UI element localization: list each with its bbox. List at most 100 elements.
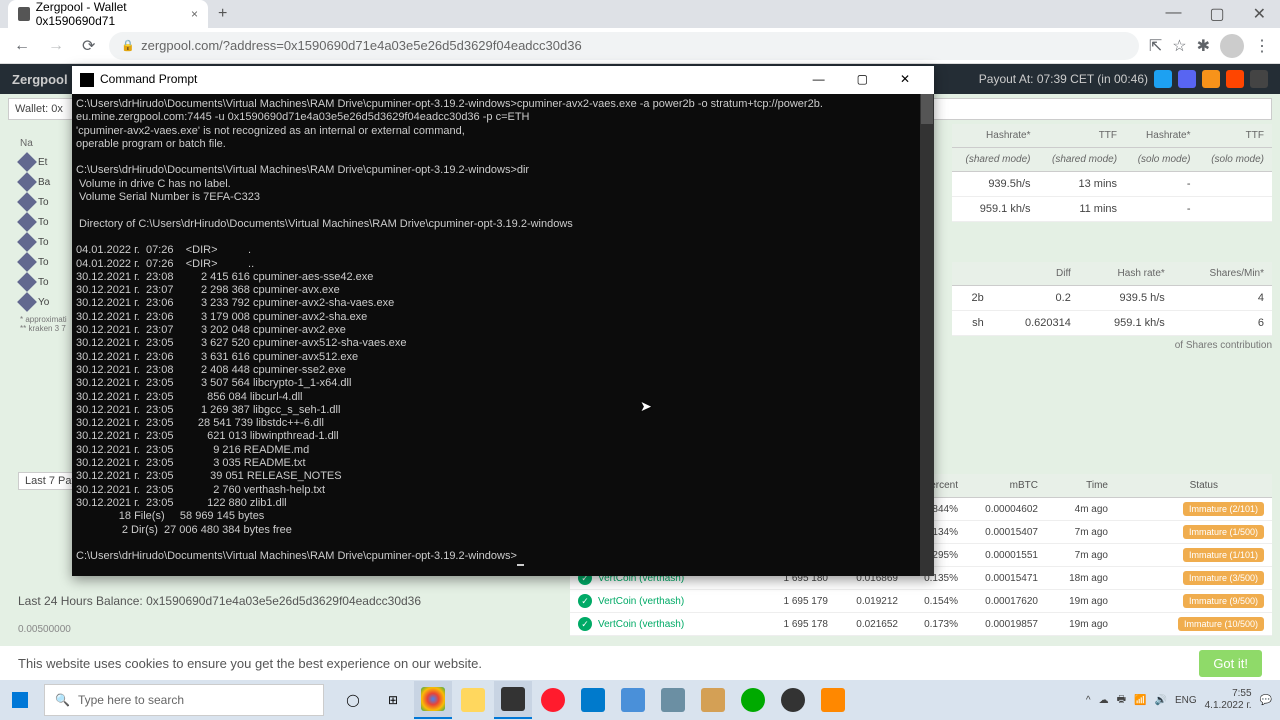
share-icon[interactable]: ⇱ <box>1149 36 1162 56</box>
tray-lang[interactable]: ENG <box>1175 695 1197 706</box>
url-input[interactable]: 🔒 zergpool.com/?address=0x1590690d71e4a0… <box>109 32 1138 60</box>
algo-table: DiffHash rate*Shares/Min* 2b0.2939.5 h/s… <box>952 262 1272 336</box>
vlc-icon[interactable] <box>814 681 852 719</box>
hashrate-table: Hashrate*TTFHashrate*TTF(shared mode)(sh… <box>952 124 1272 222</box>
maximize-button[interactable]: ▢ <box>1195 4 1238 24</box>
coin-item[interactable]: To <box>20 235 68 249</box>
tray-chevron[interactable]: ^ <box>1086 695 1091 706</box>
eth-icon <box>17 272 37 292</box>
status-badge: Immature (1/500) <box>1183 525 1264 539</box>
site-logo[interactable]: Zergpool <box>12 72 68 87</box>
cookie-msg: This website uses cookies to ensure you … <box>18 656 482 671</box>
windows-icon <box>12 692 28 708</box>
coin-item[interactable]: To <box>20 255 68 269</box>
tray-net-icon[interactable]: 📶 <box>1134 695 1146 706</box>
back-button[interactable]: ← <box>10 37 34 55</box>
new-tab-button[interactable]: + <box>208 5 237 23</box>
cmd-minimize[interactable]: — <box>797 73 841 86</box>
search-placeholder: Type here to search <box>78 693 184 707</box>
search-icon: 🔍 <box>55 693 70 707</box>
bookmark-icon[interactable]: ☆ <box>1172 36 1186 56</box>
cortana-icon[interactable]: ◯ <box>334 681 372 719</box>
block-row[interactable]: ✓VertCoin (verthash)1 695 1780.0216520.1… <box>570 613 1272 636</box>
tray-cloud-icon[interactable]: ☁ <box>1099 695 1109 706</box>
command-prompt-window[interactable]: Command Prompt — ▢ ✕ C:\Users\drHirudo\D… <box>72 66 934 576</box>
check-icon[interactable] <box>734 681 772 719</box>
taskbar-apps: ◯ ⊞ <box>334 681 852 719</box>
cmd-title-text: Command Prompt <box>100 73 197 86</box>
mouse-cursor: ➤ <box>640 398 652 415</box>
status-badge: Immature (3/500) <box>1183 571 1264 585</box>
reddit-icon[interactable] <box>1226 70 1244 88</box>
eth-icon <box>17 232 37 252</box>
menu-icon[interactable]: ⋮ <box>1254 36 1270 56</box>
status-badge: Immature (1/101) <box>1183 548 1264 562</box>
status-badge: Immature (9/500) <box>1183 594 1264 608</box>
close-tab-icon[interactable]: × <box>191 7 198 21</box>
cmd-icon <box>80 73 94 87</box>
coin-item[interactable]: Et <box>20 155 68 169</box>
menu-icon[interactable] <box>1250 70 1268 88</box>
status-badge: Immature (2/101) <box>1183 502 1264 516</box>
cookie-banner: This website uses cookies to ensure you … <box>0 646 1280 680</box>
window-controls: — ▢ ✕ <box>1151 4 1280 24</box>
last24-label: Last 24 Hours Balance: 0x1590690d71e4a03… <box>18 594 421 608</box>
profile-avatar[interactable] <box>1220 34 1244 58</box>
cmd-titlebar[interactable]: Command Prompt — ▢ ✕ <box>72 66 934 94</box>
tray-vol-icon[interactable]: 🔊 <box>1155 695 1167 706</box>
taskbar-search[interactable]: 🔍 Type here to search <box>44 684 324 716</box>
opera-icon[interactable] <box>534 681 572 719</box>
browser-tab[interactable]: Zergpool - Wallet 0x1590690d71 × <box>8 0 208 28</box>
cmd-maximize[interactable]: ▢ <box>841 73 884 86</box>
coin-item[interactable]: To <box>20 215 68 229</box>
check-icon: ✓ <box>578 594 592 608</box>
coin-item[interactable]: Ba <box>20 175 68 189</box>
eth-icon <box>17 172 37 192</box>
taskbar-clock[interactable]: 7:554.1.2022 г. <box>1205 688 1252 712</box>
start-button[interactable] <box>0 692 40 708</box>
twitter-icon[interactable] <box>1154 70 1172 88</box>
explorer-icon[interactable] <box>454 681 492 719</box>
eth-icon <box>17 192 37 212</box>
eth-icon <box>17 212 37 232</box>
forward-button[interactable]: → <box>44 37 68 55</box>
obs-icon[interactable] <box>774 681 812 719</box>
cmd-output[interactable]: C:\Users\drHirudo\Documents\Virtual Mach… <box>72 94 934 576</box>
eth-icon <box>17 292 37 312</box>
discord-icon[interactable] <box>1178 70 1196 88</box>
bitcoin-icon[interactable] <box>1202 70 1220 88</box>
coin-item[interactable]: To <box>20 275 68 289</box>
block-row[interactable]: ✓VertCoin (verthash)1 695 1790.0192120.1… <box>570 590 1272 613</box>
app-icon[interactable] <box>614 681 652 719</box>
extensions-icon[interactable]: ✱ <box>1197 36 1210 56</box>
tray-speaker-icon[interactable]: 🖶 <box>1117 692 1126 709</box>
payout-label: Payout At: 07:39 CET (in 00:46) <box>979 72 1148 86</box>
wallet-label: Wallet: 0x <box>15 103 63 115</box>
minimize-button[interactable]: — <box>1151 4 1195 24</box>
coin-item[interactable]: Yo <box>20 295 68 309</box>
shares-foot: of Shares contribution <box>952 340 1272 351</box>
check-icon: ✓ <box>578 617 592 631</box>
terminal-icon[interactable] <box>494 681 532 719</box>
vscode-icon[interactable] <box>574 681 612 719</box>
status-badge: Immature (10/500) <box>1178 617 1264 631</box>
url-text: zergpool.com/?address=0x1590690d71e4a03e… <box>141 38 582 53</box>
reload-button[interactable]: ⟳ <box>78 36 99 56</box>
close-button[interactable]: ✕ <box>1239 4 1280 24</box>
cmd-scrollbar[interactable] <box>920 94 934 576</box>
eth-icon <box>17 152 37 172</box>
coin-item[interactable]: To <box>20 195 68 209</box>
app2-icon[interactable] <box>694 681 732 719</box>
browser-tab-strip: Zergpool - Wallet 0x1590690d71 × + — ▢ ✕ <box>0 0 1280 28</box>
system-tray: ^ ☁ 🖶 📶 🔊 ENG 7:554.1.2022 г. 💬 <box>1078 688 1280 712</box>
taskbar: 🔍 Type here to search ◯ ⊞ ^ ☁ 🖶 📶 🔊 ENG … <box>0 680 1280 720</box>
notifications-icon[interactable]: 💬 <box>1260 695 1272 706</box>
cookie-accept-button[interactable]: Got it! <box>1199 650 1262 677</box>
tab-title: Zergpool - Wallet 0x1590690d71 <box>36 0 181 28</box>
calc-icon[interactable] <box>654 681 692 719</box>
chrome-icon[interactable] <box>414 681 452 719</box>
hashrate-panel: Hashrate*TTFHashrate*TTF(shared mode)(sh… <box>952 124 1272 351</box>
taskview-icon[interactable]: ⊞ <box>374 681 412 719</box>
chart-y-val: 0.00500000 <box>18 624 71 635</box>
cmd-close[interactable]: ✕ <box>884 73 926 86</box>
